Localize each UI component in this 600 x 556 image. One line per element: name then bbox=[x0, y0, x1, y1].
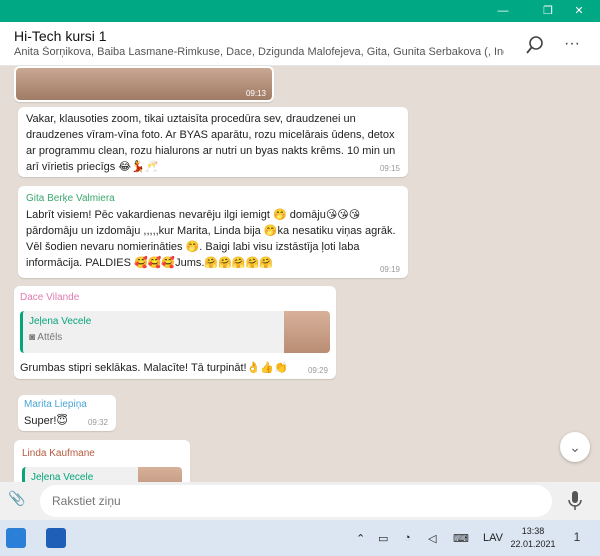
minimize-button[interactable]: — bbox=[480, 0, 526, 22]
keyboard-icon[interactable]: ⌨ bbox=[453, 532, 469, 545]
microphone-icon[interactable] bbox=[566, 490, 584, 512]
quote-thumbnail bbox=[138, 467, 182, 482]
clock-time: 13:38 bbox=[521, 526, 545, 536]
notification-count: 1 bbox=[573, 530, 581, 544]
quoted-message[interactable]: Jeļena Vecele bbox=[22, 467, 182, 482]
message-time: 09:15 bbox=[379, 164, 400, 173]
search-icon[interactable] bbox=[524, 34, 546, 56]
clock-date: 22.01.2021 bbox=[510, 539, 556, 549]
language-indicator[interactable]: LAV bbox=[483, 532, 503, 544]
message-bubble[interactable]: Vakar, klausoties zoom, tikai uztaisīta … bbox=[18, 107, 408, 177]
message-time: 09:19 bbox=[379, 265, 400, 274]
message-time: 09:32 bbox=[87, 418, 108, 427]
quote-thumbnail bbox=[284, 311, 330, 353]
quote-type-label: Attēls bbox=[37, 332, 63, 343]
message-time: 09:29 bbox=[307, 366, 328, 375]
wifi-icon[interactable]: ◔ bbox=[404, 532, 411, 544]
quoted-message[interactable]: Jeļena Vecele ◙ Attēls bbox=[20, 311, 330, 353]
message-text: Grumbas stipri seklākas. Malacīte! Tā tu… bbox=[20, 362, 288, 374]
chat-title: Hi-Tech kursi 1 bbox=[14, 28, 107, 44]
message-bubble[interactable]: Marita Liepiņa Super!😇 09:32 bbox=[18, 395, 116, 431]
taskbar-clock[interactable]: 13:38 22.01.2021 bbox=[505, 525, 561, 551]
close-button[interactable]: ✕ bbox=[556, 0, 600, 22]
message-input[interactable] bbox=[40, 485, 552, 517]
message-text: Vakar, klausoties zoom, tikai uztaisīta … bbox=[26, 113, 396, 173]
taskbar-app-icon[interactable] bbox=[6, 528, 26, 548]
image-message[interactable]: 09:13 bbox=[14, 66, 274, 102]
battery-icon[interactable]: ▭ bbox=[378, 532, 388, 545]
message-sender[interactable]: Marita Liepiņa bbox=[24, 399, 110, 410]
window-titlebar: — ❐ ✕ bbox=[0, 0, 600, 22]
message-list[interactable]: 09:13 Vakar, klausoties zoom, tikai uzta… bbox=[0, 66, 600, 482]
windows-taskbar: ⌃ ▭ ◔ ◁ ⌨ LAV 13:38 22.01.2021 1 bbox=[0, 520, 600, 556]
scroll-down-button[interactable]: ⌄ bbox=[560, 432, 590, 462]
volume-icon[interactable]: ◁ bbox=[428, 532, 436, 545]
message-time: 09:13 bbox=[245, 89, 266, 98]
message-text: Labrīt visiem! Pēc vakardienas nevarēju … bbox=[26, 209, 396, 269]
camera-icon: ◙ bbox=[29, 332, 36, 343]
quote-type: ◙ Attēls bbox=[29, 332, 324, 343]
chat-header[interactable]: Hi-Tech kursi 1 Anita Šorņikova, Baiba L… bbox=[0, 22, 600, 66]
message-bubble[interactable]: Linda Kaufmane Jeļena Vecele bbox=[14, 440, 190, 482]
message-photo[interactable] bbox=[16, 68, 272, 100]
message-sender[interactable]: Linda Kaufmane bbox=[22, 448, 182, 459]
message-sender[interactable]: Gita Berķe Valmiera bbox=[26, 193, 400, 204]
word-icon[interactable] bbox=[46, 528, 66, 548]
composer-bar: 📎 bbox=[0, 482, 600, 520]
message-bubble[interactable]: Gita Berķe Valmiera Labrīt visiem! Pēc v… bbox=[18, 186, 408, 278]
chat-members: Anita Šorņikova, Baiba Lasmane-Rimkuse, … bbox=[14, 46, 504, 58]
notification-icon[interactable]: 1 bbox=[568, 530, 586, 546]
message-sender[interactable]: Dace Vilande bbox=[20, 292, 330, 303]
quote-author: Jeļena Vecele bbox=[29, 316, 92, 327]
tray-chevron-icon[interactable]: ⌃ bbox=[356, 532, 365, 545]
message-bubble[interactable]: Dace Vilande Jeļena Vecele ◙ Attēls Grum… bbox=[14, 286, 336, 379]
attach-icon[interactable]: 📎 bbox=[8, 490, 26, 510]
more-options-icon[interactable]: ··· bbox=[560, 34, 584, 56]
